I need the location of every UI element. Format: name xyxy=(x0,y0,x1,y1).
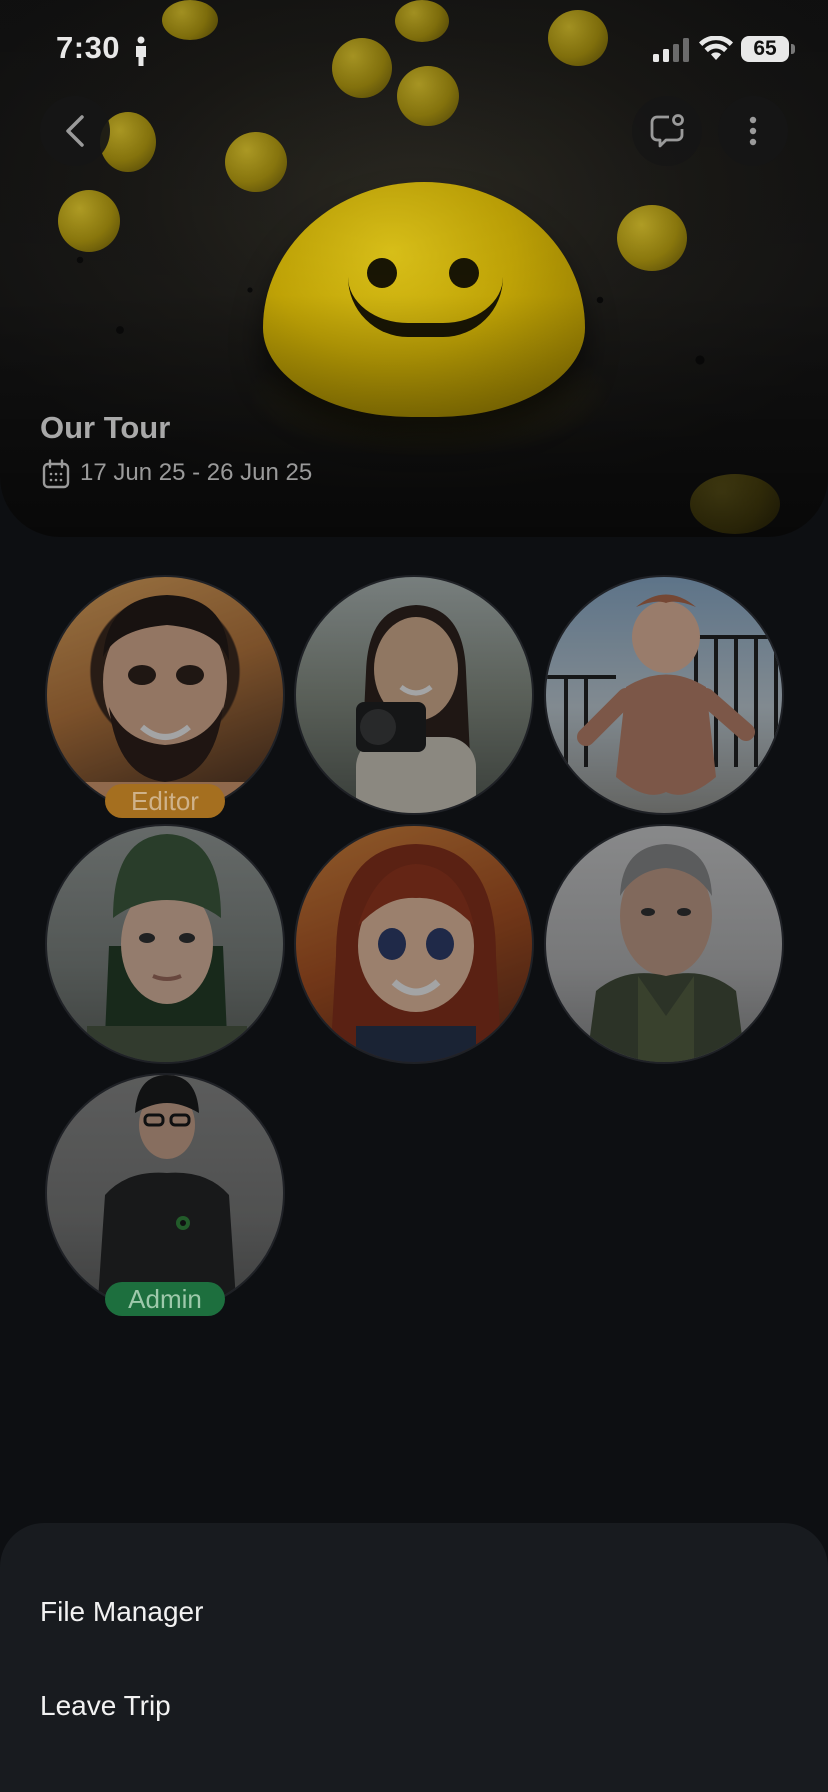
back-button[interactable] xyxy=(40,96,110,166)
member-card[interactable] xyxy=(294,575,534,815)
avatar-illustration xyxy=(67,595,267,813)
role-badge-admin: Admin xyxy=(105,1282,225,1316)
person-icon xyxy=(136,36,146,66)
trip-dates: 17 Jun 25 - 26 Jun 25 xyxy=(80,459,313,486)
member-avatar xyxy=(45,824,285,1064)
calendar-icon xyxy=(42,459,70,489)
status-time: 7:30 xyxy=(56,30,121,65)
more-options-button[interactable] xyxy=(718,96,788,166)
member-card[interactable] xyxy=(45,824,285,1064)
member-card[interactable] xyxy=(544,824,784,1064)
bottom-sheet: File Manager Leave Trip xyxy=(0,1523,828,1792)
role-badge-editor: Editor xyxy=(105,784,225,818)
member-card[interactable] xyxy=(544,575,784,815)
leave-trip-option[interactable]: Leave Trip xyxy=(40,1690,171,1722)
member-card[interactable]: Editor xyxy=(45,575,285,818)
member-avatar xyxy=(544,824,784,1064)
member-card[interactable] xyxy=(294,824,534,1064)
member-avatar xyxy=(294,824,534,1064)
trip-cover-image: 7:30 65 Our Tour 17 Jun 25 - 26 Jun 25 xyxy=(0,0,828,537)
cover-overlay xyxy=(0,0,828,537)
file-manager-option[interactable]: File Manager xyxy=(40,1596,203,1628)
chat-bubble-icon xyxy=(650,114,684,148)
member-card[interactable]: Admin xyxy=(45,1073,285,1316)
battery-tip xyxy=(791,44,795,54)
signal-icon xyxy=(653,38,689,62)
avatar-illustration xyxy=(87,834,247,1062)
avatar-illustration xyxy=(97,1075,237,1311)
avatar-illustration xyxy=(331,844,501,1062)
member-avatar xyxy=(544,575,784,815)
member-avatar xyxy=(45,1073,285,1313)
battery-icon: 65 xyxy=(741,36,789,62)
avatar-illustration xyxy=(586,844,746,1062)
member-avatar xyxy=(45,575,285,815)
more-vertical-icon xyxy=(749,116,757,146)
chat-button[interactable] xyxy=(632,96,702,166)
trip-title: Our Tour xyxy=(40,410,171,445)
avatar-illustration xyxy=(356,605,476,813)
chevron-left-icon xyxy=(66,115,84,147)
member-avatar xyxy=(294,575,534,815)
avatar-illustration xyxy=(546,594,782,795)
wifi-icon xyxy=(699,36,733,60)
